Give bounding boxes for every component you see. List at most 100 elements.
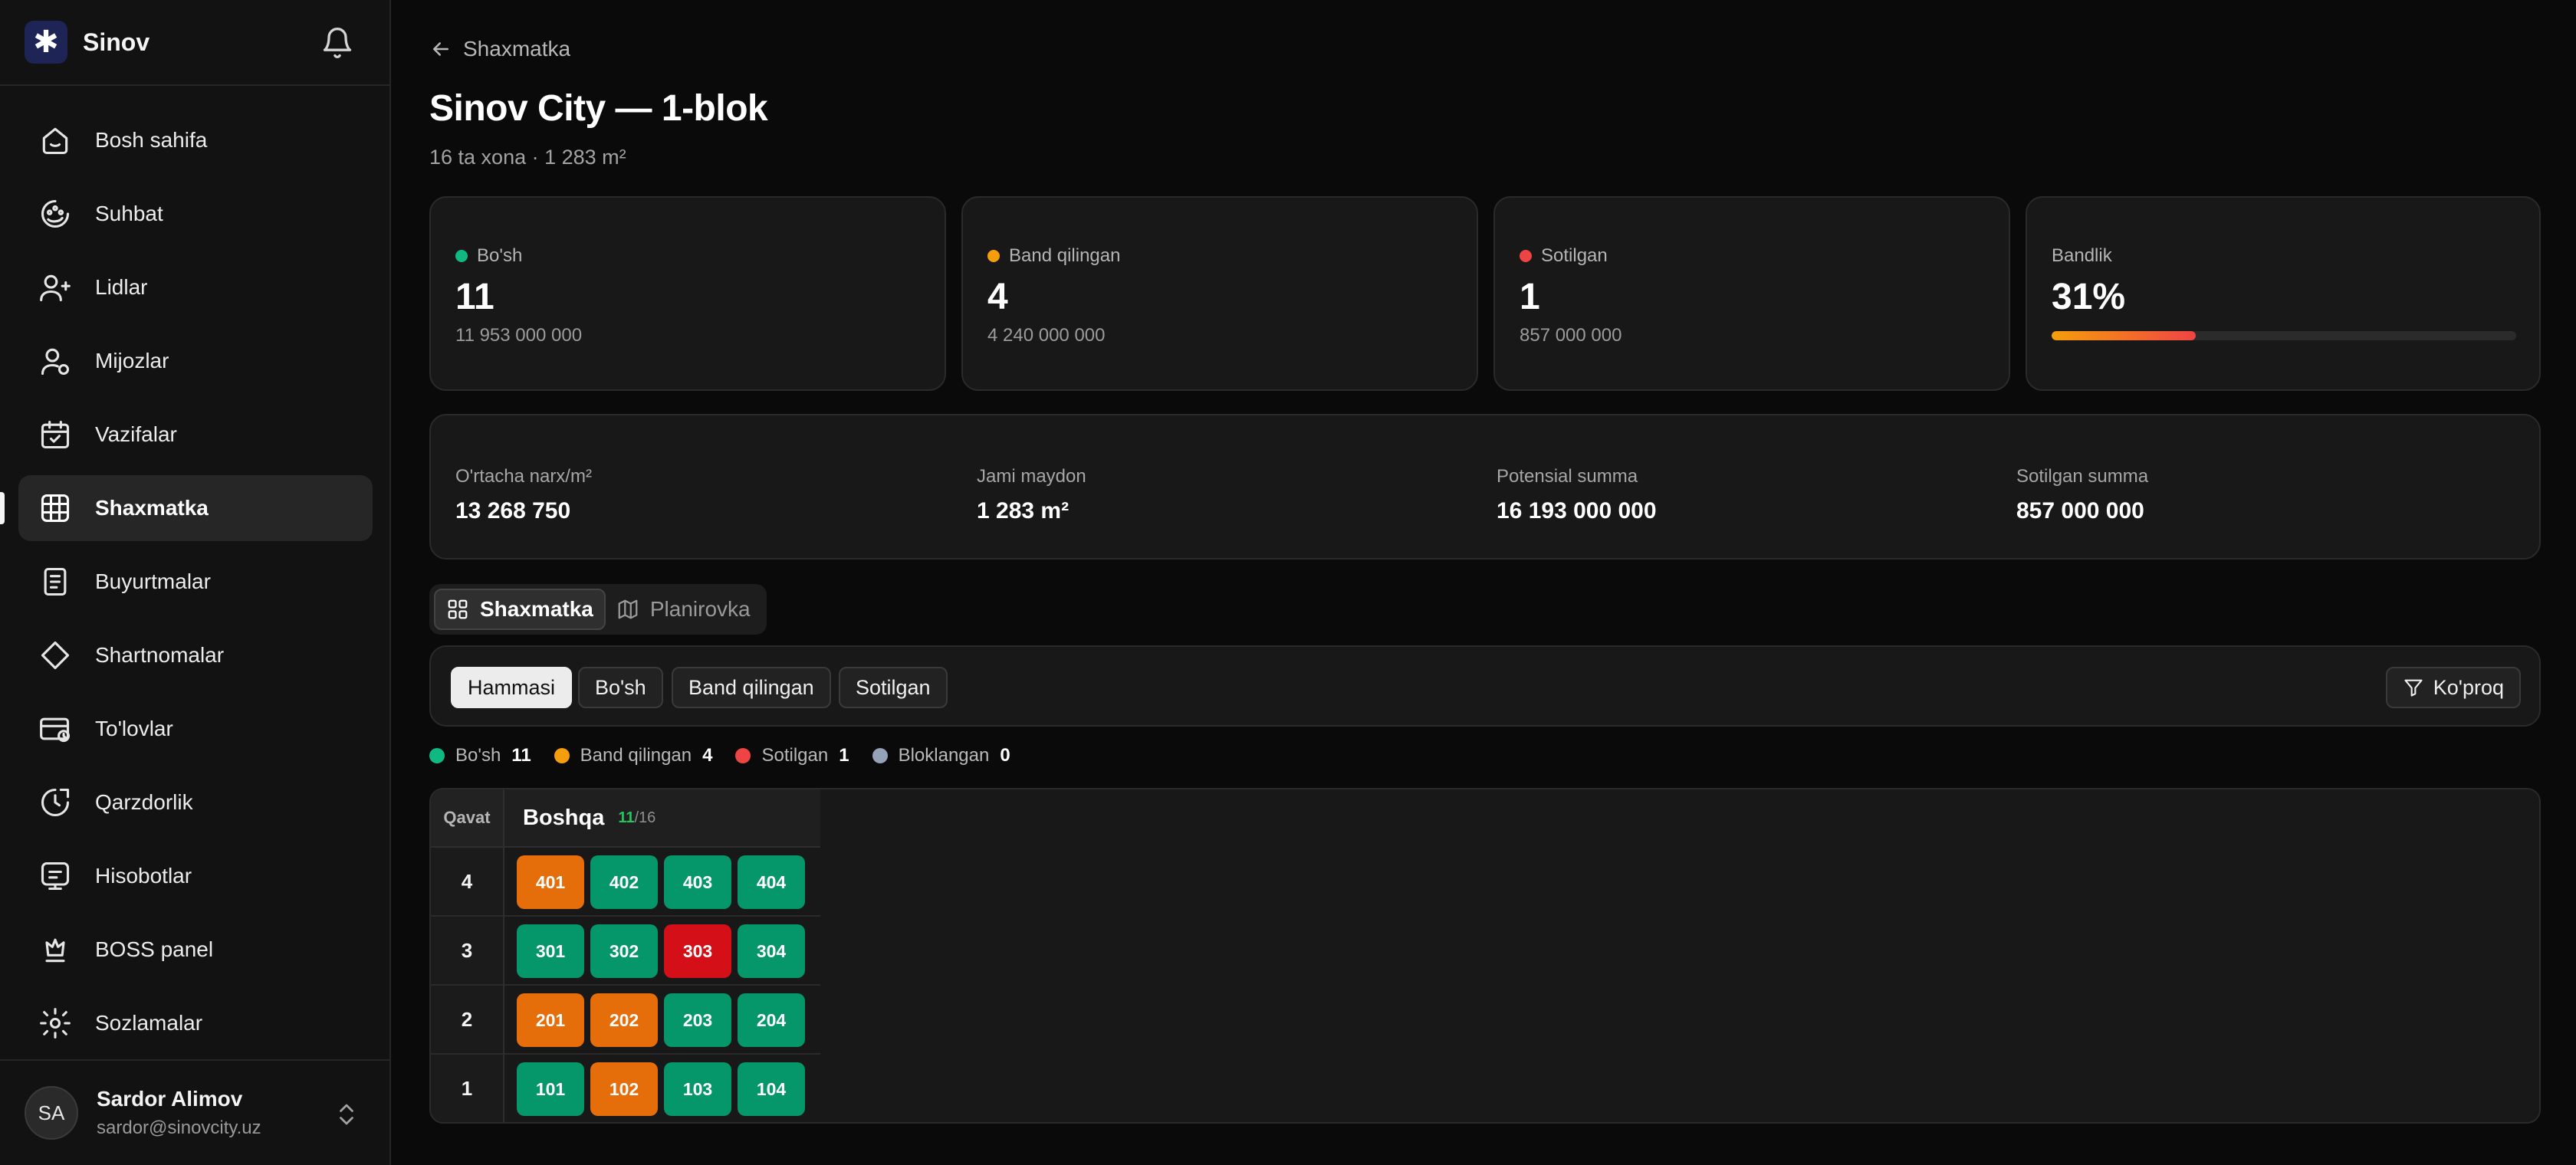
filter-icon — [2404, 679, 2423, 697]
legend-item-sold: Sotilgan 1 — [735, 745, 849, 766]
filter-bar: Hammasi Bo'sh Band qilingan Sotilgan Ko'… — [429, 645, 2541, 727]
stat-card-occupancy: Bandlik 31% — [2026, 196, 2541, 391]
metric-value: 857 000 000 — [2016, 498, 2144, 523]
filter-chip-free[interactable]: Bo'sh — [578, 667, 663, 708]
chevron-up-down-icon[interactable] — [333, 1099, 360, 1130]
sidebar-item-qarzdorlik[interactable]: Qarzdorlik — [18, 770, 373, 835]
tab-label: Planirovka — [649, 597, 751, 621]
unit-cell[interactable]: 402 — [590, 855, 658, 909]
brand-name[interactable]: Sinov — [83, 28, 150, 57]
sidebar-item-sozlamalar[interactable]: Sozlamalar — [18, 990, 373, 1056]
section-count: 11/16 — [618, 809, 656, 826]
sidebar-item-hisobotlar[interactable]: Hisobotlar — [18, 843, 373, 909]
tab-shaxmatka[interactable]: Shaxmatka — [434, 589, 606, 630]
filter-chip-reserved[interactable]: Band qilingan — [672, 667, 831, 708]
sidebar-item-vazifalar[interactable]: Vazifalar — [18, 402, 373, 468]
chessboard-grid: Qavat Boshqa 11/16 4 401 402 403 404 3 3… — [429, 788, 2541, 1124]
occupancy-progress-bar — [2052, 331, 2516, 340]
unit-cell[interactable]: 301 — [517, 924, 584, 978]
metric-avg-price: O'rtacha narx/m² 13 268 750 — [455, 466, 592, 524]
sidebar-item-shaxmatka[interactable]: Shaxmatka — [0, 475, 373, 541]
user-menu[interactable]: SA Sardor Alimov sardor@sinovcity.uz — [0, 1059, 389, 1165]
metric-value: 13 268 750 — [455, 498, 571, 523]
sidebar-item-shartnomalar[interactable]: Shartnomalar — [18, 622, 373, 688]
sidebar-item-label: Hisobotlar — [95, 864, 192, 888]
unit-cell[interactable]: 201 — [517, 993, 584, 1047]
sidebar-item-label: Lidlar — [95, 275, 148, 299]
stat-value: 1 — [1520, 277, 1540, 317]
sidebar-item-label: To'lovlar — [95, 717, 173, 740]
metric-label: Jami maydon — [977, 466, 1086, 487]
stat-value: 4 — [987, 277, 1008, 317]
sidebar-item-label: Bosh sahifa — [95, 128, 208, 152]
unit-cell[interactable]: 403 — [664, 855, 731, 909]
sidebar-item-mijozlar[interactable]: Mijozlar — [18, 328, 373, 394]
sidebar-item-label: Suhbat — [95, 202, 163, 225]
unit-cell[interactable]: 303 — [664, 924, 731, 978]
legend-dot — [735, 748, 751, 763]
tab-planirovka[interactable]: Planirovka — [606, 589, 761, 630]
status-legend: Bo'sh 11 Band qilingan 4 Sotilgan 1 Bloklan… — [429, 745, 1033, 766]
sidebar-item-label: Mijozlar — [95, 349, 169, 372]
sidebar: ✱ Sinov Bosh sahifa Suhbat Lidlar Mijozl… — [0, 0, 391, 1165]
filter-chip-all[interactable]: Hammasi — [451, 667, 573, 708]
metric-value: 16 193 000 000 — [1497, 498, 1657, 523]
stat-value: 11 — [455, 277, 495, 317]
metric-sold-sum: Sotilgan summa 857 000 000 — [2016, 466, 2148, 524]
user-email: sardor@sinovcity.uz — [97, 1117, 261, 1138]
leads-icon — [40, 274, 71, 302]
chat-icon — [41, 199, 70, 228]
section-grid: Qavat Boshqa 11/16 4 401 402 403 404 3 3… — [431, 789, 820, 1122]
bell-icon[interactable] — [320, 26, 354, 60]
sidebar-item-tolovlar[interactable]: To'lovlar — [18, 696, 373, 762]
legend-item-reserved: Band qilingan 4 — [554, 745, 712, 766]
sidebar-item-bosh-sahifa[interactable]: Bosh sahifa — [18, 107, 373, 173]
stat-value: 31% — [2052, 277, 2126, 317]
more-filters-button[interactable]: Ko'proq — [2385, 667, 2521, 708]
unit-cell[interactable]: 202 — [590, 993, 658, 1047]
sidebar-item-label: Qarzdorlik — [95, 790, 193, 814]
sidebar-item-lidlar[interactable]: Lidlar — [18, 254, 373, 320]
floor-label: 2 — [431, 986, 504, 1055]
brand-logo[interactable]: ✱ — [25, 21, 67, 64]
sidebar-item-label: Vazifalar — [95, 422, 177, 446]
section-name: Boshqa — [523, 805, 605, 830]
sidebar-item-label: Sozlamalar — [95, 1011, 203, 1035]
brand-logo-glyph: ✱ — [33, 25, 59, 59]
sidebar-nav: Bosh sahifa Suhbat Lidlar Mijozlar Vazif… — [0, 107, 373, 1064]
filter-chip-sold[interactable]: Sotilgan — [839, 667, 948, 708]
stat-card-reserved: Band qilingan 4 4 240 000 000 — [961, 196, 1478, 391]
unit-cell[interactable]: 404 — [738, 855, 805, 909]
metric-label: O'rtacha narx/m² — [455, 466, 592, 487]
status-dot-reserved — [987, 250, 1000, 262]
grid-globe-icon — [41, 494, 70, 523]
avatar: SA — [25, 1086, 78, 1140]
unit-cell[interactable]: 302 — [590, 924, 658, 978]
crown-icon — [45, 938, 65, 963]
floor-row: 301 302 303 304 — [504, 917, 820, 986]
page-subtitle: 16 ta xona · 1 283 m² — [429, 146, 626, 169]
more-filters-label: Ko'proq — [2433, 675, 2504, 699]
sidebar-item-suhbat[interactable]: Suhbat — [18, 181, 373, 247]
unit-cell[interactable]: 204 — [738, 993, 805, 1047]
stat-label: Sotilgan — [1520, 245, 1608, 267]
back-link-label: Shaxmatka — [463, 37, 571, 61]
unit-cell[interactable]: 304 — [738, 924, 805, 978]
floor-row: 401 402 403 404 — [504, 848, 820, 917]
unit-cell[interactable]: 401 — [517, 855, 584, 909]
unit-cell[interactable]: 104 — [738, 1062, 805, 1116]
status-dot-free — [455, 250, 468, 262]
legend-item-blocked: Bloklangan 0 — [872, 745, 1010, 766]
sidebar-item-label: Shaxmatka — [95, 496, 209, 520]
sidebar-item-buyurtmalar[interactable]: Buyurtmalar — [18, 549, 373, 615]
unit-cell[interactable]: 103 — [664, 1062, 731, 1116]
legend-dot — [429, 748, 445, 763]
unit-cell[interactable]: 203 — [664, 993, 731, 1047]
sidebar-item-boss-panel[interactable]: BOSS panel — [18, 917, 373, 983]
back-link[interactable]: Shaxmatka — [429, 37, 570, 61]
stat-label: Bandlik — [2052, 245, 2112, 266]
gear-icon — [40, 1008, 71, 1039]
stat-amount: 4 240 000 000 — [987, 325, 1106, 346]
unit-cell[interactable]: 102 — [590, 1062, 658, 1116]
unit-cell[interactable]: 101 — [517, 1062, 584, 1116]
